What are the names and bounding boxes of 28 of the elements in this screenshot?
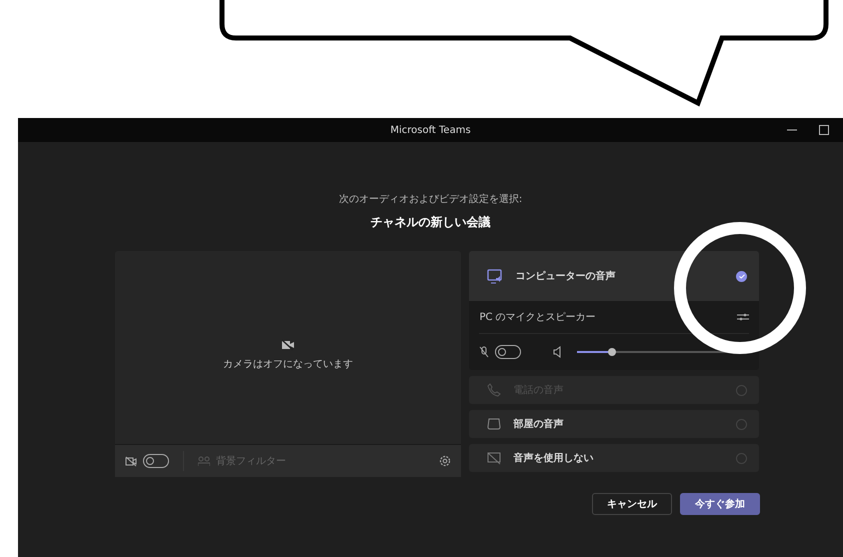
radio-button[interactable] bbox=[736, 270, 747, 282]
camera-off-icon bbox=[125, 456, 137, 466]
camera-off-message: カメラはオフになっています bbox=[223, 358, 354, 370]
prompt-text: 次のオーディオおよびビデオ設定を選択: bbox=[338, 192, 522, 206]
mic-toggle[interactable] bbox=[495, 345, 522, 359]
cancel-button[interactable]: キャンセル bbox=[592, 493, 672, 515]
meeting-title: チャネルの新しい会議 bbox=[370, 214, 490, 231]
speaker-icon bbox=[553, 346, 564, 358]
phone-icon bbox=[487, 383, 502, 397]
device-label: PC のマイクとスピーカー bbox=[479, 311, 596, 324]
radio-button[interactable] bbox=[736, 418, 747, 430]
checkmark-icon bbox=[738, 274, 744, 278]
mic-off-icon bbox=[479, 346, 490, 358]
audio-option[interactable]: 音声を使用しない bbox=[469, 444, 759, 472]
camera-toggle[interactable] bbox=[143, 454, 169, 468]
join-now-button[interactable]: 今すぐ参加 bbox=[680, 493, 760, 515]
radio-button[interactable] bbox=[736, 452, 747, 464]
sliders-icon[interactable] bbox=[737, 312, 749, 322]
room-device-icon bbox=[487, 418, 502, 430]
monitor-speaker-icon bbox=[487, 268, 504, 284]
audio-option[interactable]: コンピューターの音声 bbox=[469, 251, 759, 301]
people-icon bbox=[198, 456, 210, 466]
audio-option[interactable]: 部屋の音声 bbox=[469, 410, 759, 438]
no-audio-icon bbox=[487, 452, 502, 464]
maximize-icon[interactable] bbox=[819, 125, 829, 135]
window-title: Microsoft Teams bbox=[390, 124, 471, 136]
settings-icon[interactable] bbox=[439, 455, 452, 467]
camera-off-icon bbox=[281, 338, 296, 350]
